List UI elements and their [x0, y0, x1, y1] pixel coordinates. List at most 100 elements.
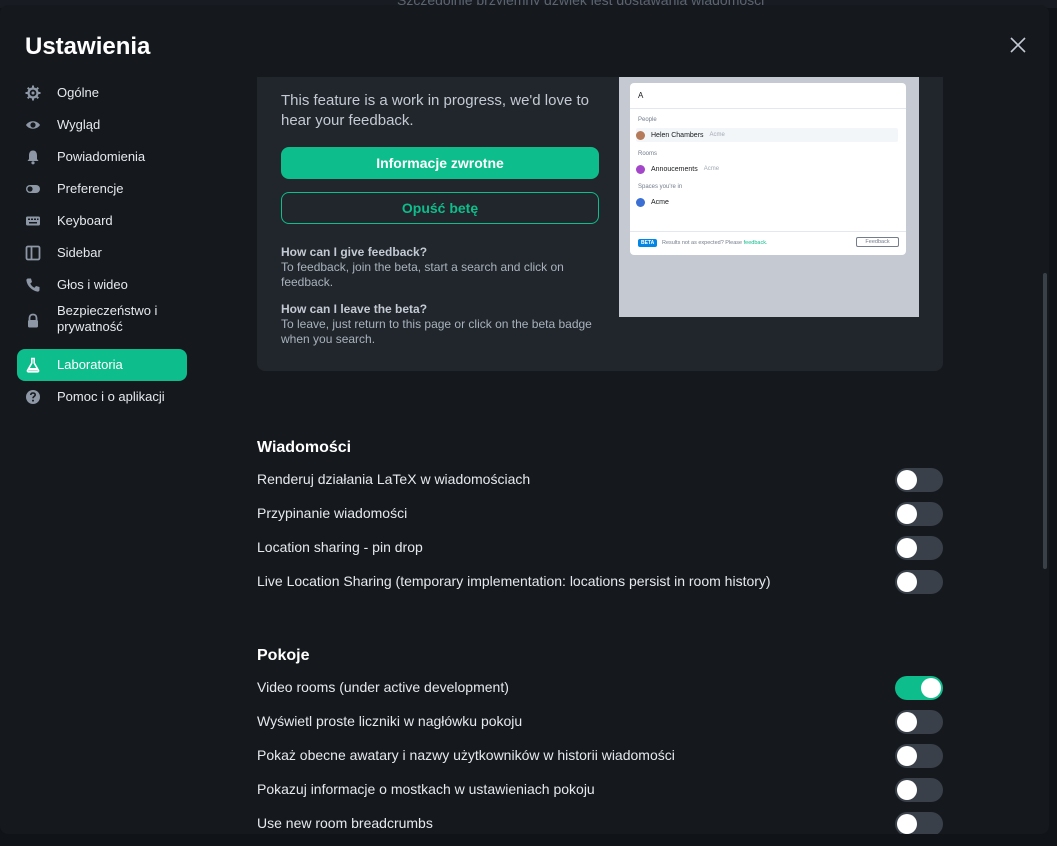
avatar: [636, 164, 645, 174]
setting-row-pinning: Przypinanie wiadomości: [257, 502, 943, 526]
toggle-knob: [897, 538, 917, 558]
sidebar-item-keyboard[interactable]: Keyboard: [17, 205, 187, 237]
close-icon[interactable]: [1005, 32, 1031, 58]
setting-row-pin-drop: Location sharing - pin drop: [257, 536, 943, 560]
toggle-knob: [897, 780, 917, 800]
preview-search-text: A: [638, 91, 644, 100]
sidebar-item-label: Sidebar: [57, 245, 102, 260]
sidebar-item-preferences[interactable]: Preferencje: [17, 173, 187, 205]
preview-notice: Results not as expected? Please feedback…: [662, 240, 768, 246]
beta-preview-image: A People Helen Chambers Acme Rooms Annou…: [619, 77, 919, 317]
sidebar-item-label: Wygląd: [57, 117, 101, 132]
sidebar-item-notifications[interactable]: Powiadomienia: [17, 141, 187, 173]
preview-person-sub: Acme: [709, 132, 725, 138]
toggle-switch[interactable]: [895, 744, 943, 768]
section-title-messages: Wiadomości: [257, 439, 352, 456]
toggle-knob: [897, 814, 917, 834]
toggle-knob: [897, 712, 917, 732]
flask-icon: [25, 357, 41, 373]
faq-question: How can I give feedback?: [281, 245, 428, 259]
toggle-knob: [897, 504, 917, 524]
setting-row-live-location: Live Location Sharing (temporary impleme…: [257, 570, 943, 594]
setting-label: Live Location Sharing (temporary impleme…: [257, 573, 771, 589]
toggle-switch[interactable]: [895, 676, 943, 700]
preview-people-heading: People: [638, 117, 657, 123]
preview-notice-link: feedback.: [743, 240, 768, 246]
sidebar-item-label: Głos i wideo: [57, 277, 128, 292]
faq-leave: How can I leave the beta? To leave, just…: [281, 302, 601, 347]
faq-answer: To leave, just return to this page or cl…: [281, 317, 592, 346]
lock-icon: [25, 313, 41, 329]
faq-answer: To feedback, join the beta, start a sear…: [281, 260, 564, 289]
beta-description: This feature is a work in progress, we'd…: [281, 92, 589, 129]
sidebar-item-general[interactable]: Ogólne: [17, 77, 187, 109]
setting-label: Wyświetl proste liczniki w nagłówku poko…: [257, 713, 523, 729]
setting-row-bridges: Pokazuj informacje o mostkach w ustawien…: [257, 778, 943, 802]
setting-row-breadcrumbs: Use new room breadcrumbs: [257, 812, 943, 834]
setting-label: Renderuj działania LaTeX w wiadomościach: [257, 471, 531, 487]
toggle-knob: [921, 678, 941, 698]
setting-row-latex: Renderuj działania LaTeX w wiadomościach: [257, 468, 943, 492]
preview-beta-badge: BETA: [638, 239, 658, 247]
toggle-switch[interactable]: [895, 570, 943, 594]
dialog-title: Ustawienia: [25, 33, 151, 60]
preview-room-row: Annoucements Acme: [636, 162, 719, 176]
preview-divider: [630, 108, 906, 109]
sidebar-item-help[interactable]: Pomoc i o aplikacji: [17, 381, 187, 413]
sidebar-item-label: Laboratoria: [57, 357, 123, 372]
beta-card: This feature is a work in progress, we'd…: [257, 77, 943, 371]
toggle-knob: [897, 746, 917, 766]
faq-question: How can I leave the beta?: [281, 302, 428, 316]
setting-row-avatars-history: Pokaż obecne awatary i nazwy użytkownikó…: [257, 744, 943, 768]
toggle-switch[interactable]: [895, 812, 943, 834]
settings-content: This feature is a work in progress, we'd…: [257, 77, 943, 834]
content-scrollbar[interactable]: [1043, 273, 1047, 569]
sidebar-item-label: Keyboard: [57, 213, 113, 228]
avatar: [636, 197, 645, 207]
toggle-knob: [897, 470, 917, 490]
setting-label: Pokazuj informacje o mostkach w ustawien…: [257, 781, 595, 797]
toggle-switch[interactable]: [895, 778, 943, 802]
preview-space-name: Acme: [651, 198, 669, 206]
sidebar-item-label: Bezpieczeństwo i prywatność: [57, 303, 158, 334]
phone-icon: [25, 277, 41, 293]
preview-spaces-heading: Spaces you're in: [638, 184, 683, 190]
preview-room-name: Annoucements: [651, 165, 698, 173]
toggle-switch[interactable]: [895, 468, 943, 492]
preview-rooms-heading: Rooms: [638, 151, 658, 157]
setting-label: Use new room breadcrumbs: [257, 815, 433, 831]
setting-label: Location sharing - pin drop: [257, 539, 423, 555]
feedback-button[interactable]: Informacje zwrotne: [281, 147, 599, 179]
setting-row-counters: Wyświetl proste liczniki w nagłówku poko…: [257, 710, 943, 734]
toggle-switch[interactable]: [895, 502, 943, 526]
leave-beta-button[interactable]: Opuść betę: [281, 192, 599, 224]
sidebar-item-label: Pomoc i o aplikacji: [57, 389, 165, 404]
gear-icon: [25, 85, 41, 101]
toggle-icon: [25, 181, 41, 197]
toggle-switch[interactable]: [895, 536, 943, 560]
preview-space-row: Acme: [636, 195, 669, 209]
sidebar-icon: [25, 245, 41, 261]
settings-dialog: Ustawienia Ogólne Wygląd Powiadomienia P…: [0, 5, 1049, 834]
toggle-switch[interactable]: [895, 710, 943, 734]
bell-icon: [25, 149, 41, 165]
help-icon: [25, 389, 41, 405]
sidebar-item-security[interactable]: Bezpieczeństwo i prywatność: [17, 301, 187, 349]
sidebar-item-voice-video[interactable]: Głos i wideo: [17, 269, 187, 301]
toggle-knob: [897, 572, 917, 592]
settings-sidebar: Ogólne Wygląd Powiadomienia Preferencje …: [17, 77, 187, 413]
preview-search-dialog: A People Helen Chambers Acme Rooms Annou…: [630, 83, 906, 255]
avatar: [636, 130, 645, 140]
sidebar-item-appearance[interactable]: Wygląd: [17, 109, 187, 141]
sidebar-item-labs[interactable]: Laboratoria: [17, 349, 187, 381]
keyboard-icon: [25, 213, 41, 229]
preview-room-sub: Acme: [703, 166, 720, 172]
faq-feedback: How can I give feedback? To feedback, jo…: [281, 245, 601, 290]
section-title-rooms: Pokoje: [257, 647, 310, 664]
preview-person-name: Helen Chambers: [651, 131, 704, 139]
setting-label: Pokaż obecne awatary i nazwy użytkownikó…: [257, 747, 675, 763]
sidebar-item-label: Preferencje: [57, 181, 124, 196]
sidebar-item-sidebar[interactable]: Sidebar: [17, 237, 187, 269]
preview-divider: [630, 231, 906, 232]
setting-row-video-rooms: Video rooms (under active development): [257, 676, 943, 700]
